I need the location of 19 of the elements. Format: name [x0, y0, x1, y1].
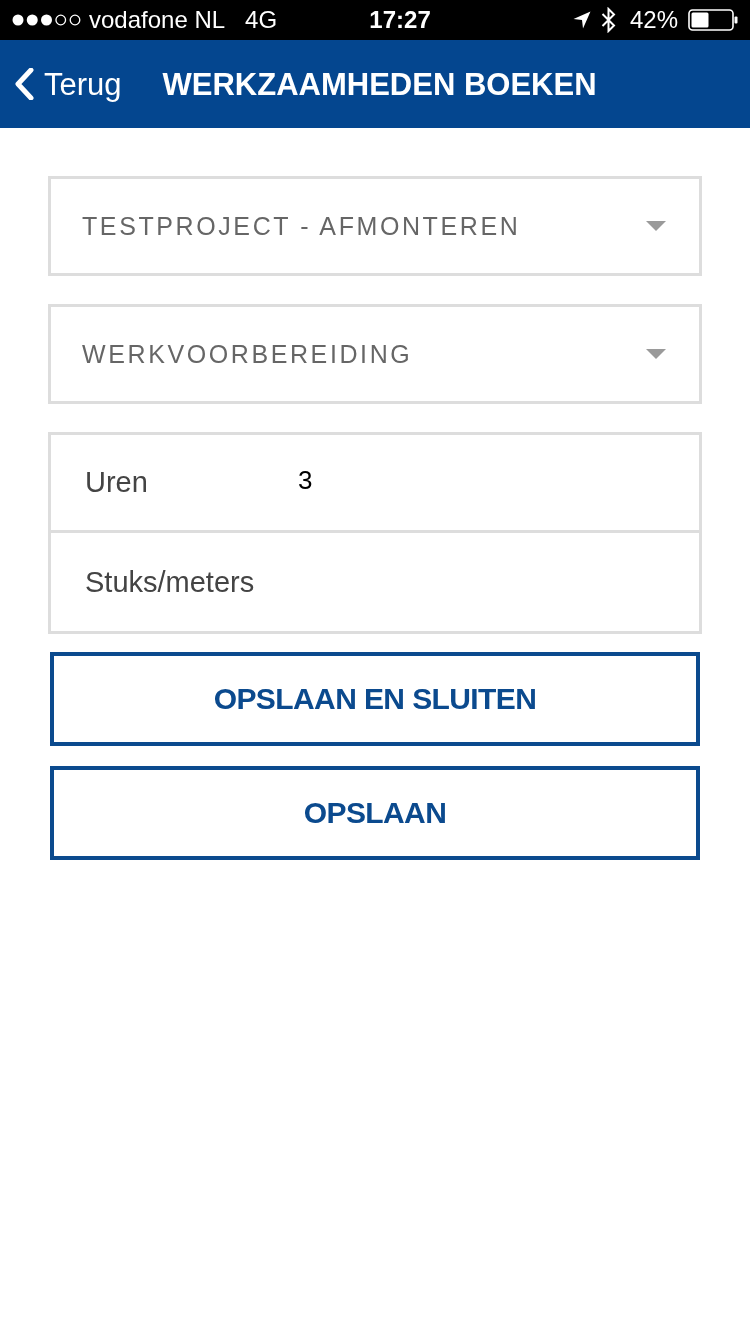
carrier-name: vodafone NL — [89, 8, 226, 32]
signal-strength-icon — [12, 14, 81, 26]
save-button[interactable]: OPSLAAN — [50, 766, 700, 860]
page-title: WERKZAAMHEDEN BOEKEN — [162, 68, 597, 100]
caret-down-icon — [646, 349, 666, 359]
text-input-field[interactable]: Uren 3 — [48, 432, 702, 533]
battery-icon — [688, 9, 738, 31]
bluetooth-icon — [600, 7, 616, 33]
chevron-left-icon — [14, 68, 34, 100]
battery-percentage: 42% — [629, 8, 678, 32]
location-arrow-icon — [572, 11, 591, 29]
caret-down-icon — [646, 221, 666, 231]
save-and-close-button[interactable]: OPSLAAN EN SLUITEN — [50, 652, 700, 746]
back-button[interactable]: Terug — [0, 40, 130, 128]
select-dropdown[interactable]: WERKVOORBEREIDING — [48, 304, 702, 404]
text-input-field[interactable]: Stuks/meters — [48, 533, 702, 634]
select-dropdown[interactable]: TESTPROJECT - AFMONTEREN — [48, 176, 702, 276]
clock-time: 17:27 — [369, 8, 431, 32]
network-type: 4G — [245, 8, 278, 32]
